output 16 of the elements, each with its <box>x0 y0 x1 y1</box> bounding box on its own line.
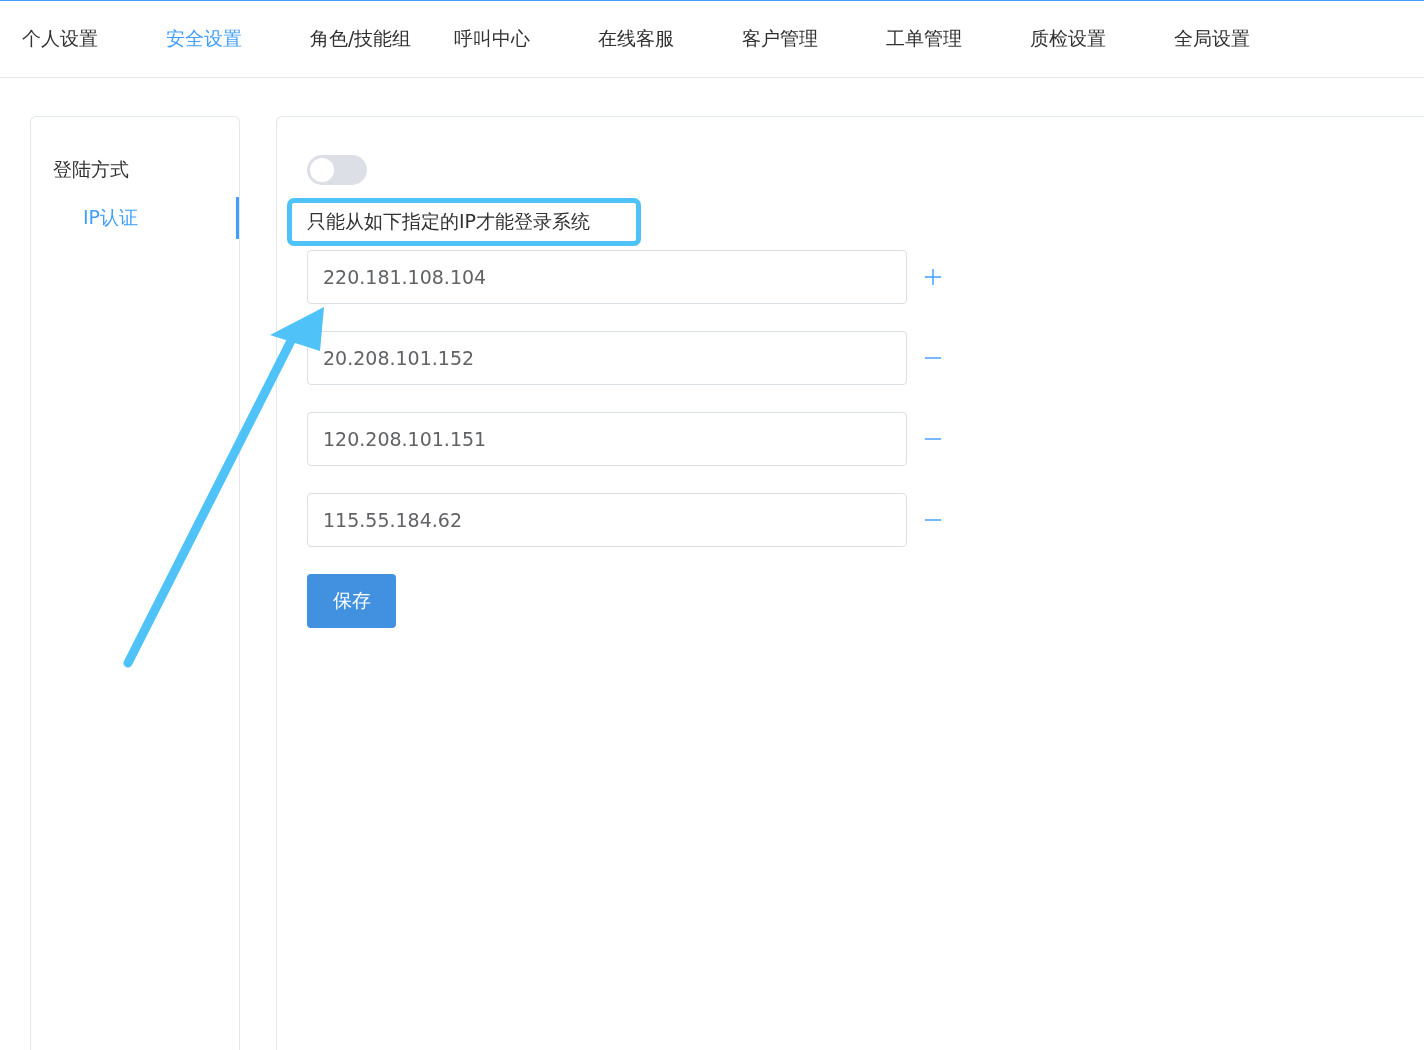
plus-icon[interactable] <box>924 268 942 286</box>
ip-input-field[interactable]: 115.55.184.62 <box>307 493 907 547</box>
ip-input-field[interactable]: 120.208.101.151 <box>307 412 907 466</box>
nav-tab[interactable]: 工单管理 <box>886 26 1030 52</box>
nav-tab[interactable]: 客户管理 <box>742 26 886 52</box>
nav-tab[interactable]: 个人设置 <box>22 26 166 52</box>
toggle-switch[interactable] <box>307 155 367 185</box>
nav-tab[interactable]: 全局设置 <box>1174 26 1318 52</box>
ip-input-field[interactable]: 220.181.108.104 <box>307 250 907 304</box>
sidebar-heading: 登陆方式 <box>52 157 129 182</box>
highlighted-description: 只能从如下指定的IP才能登录系统 <box>287 198 641 246</box>
nav-tab[interactable]: 角色/技能组 <box>310 26 454 52</box>
ip-input-field[interactable]: 20.208.101.152 <box>307 331 907 385</box>
nav-tab[interactable]: 质检设置 <box>1030 26 1174 52</box>
nav-tab[interactable]: 呼叫中心 <box>454 26 598 52</box>
nav-tab[interactable]: 在线客服 <box>598 26 742 52</box>
